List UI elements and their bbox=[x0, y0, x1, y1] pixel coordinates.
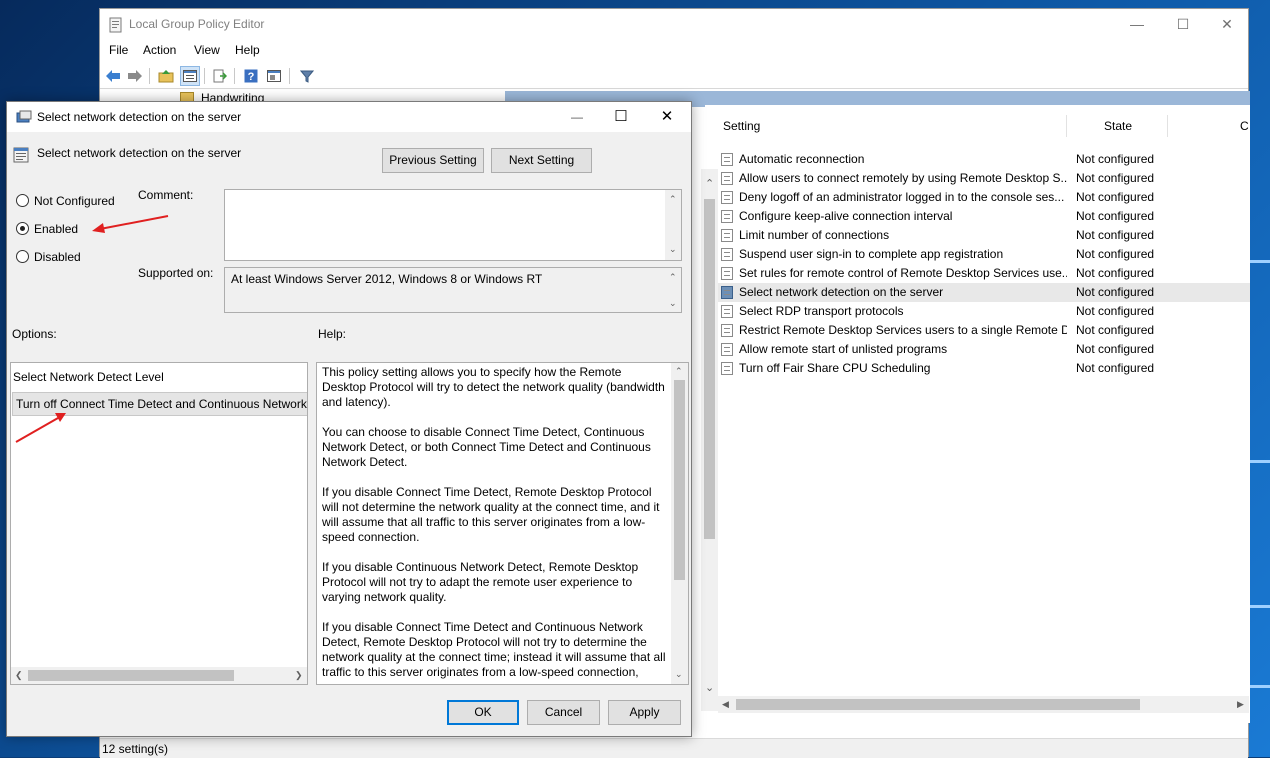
red-arrow-option bbox=[15, 413, 66, 443]
red-arrow-enabled bbox=[92, 215, 169, 233]
annotation-layer bbox=[15, 215, 169, 443]
